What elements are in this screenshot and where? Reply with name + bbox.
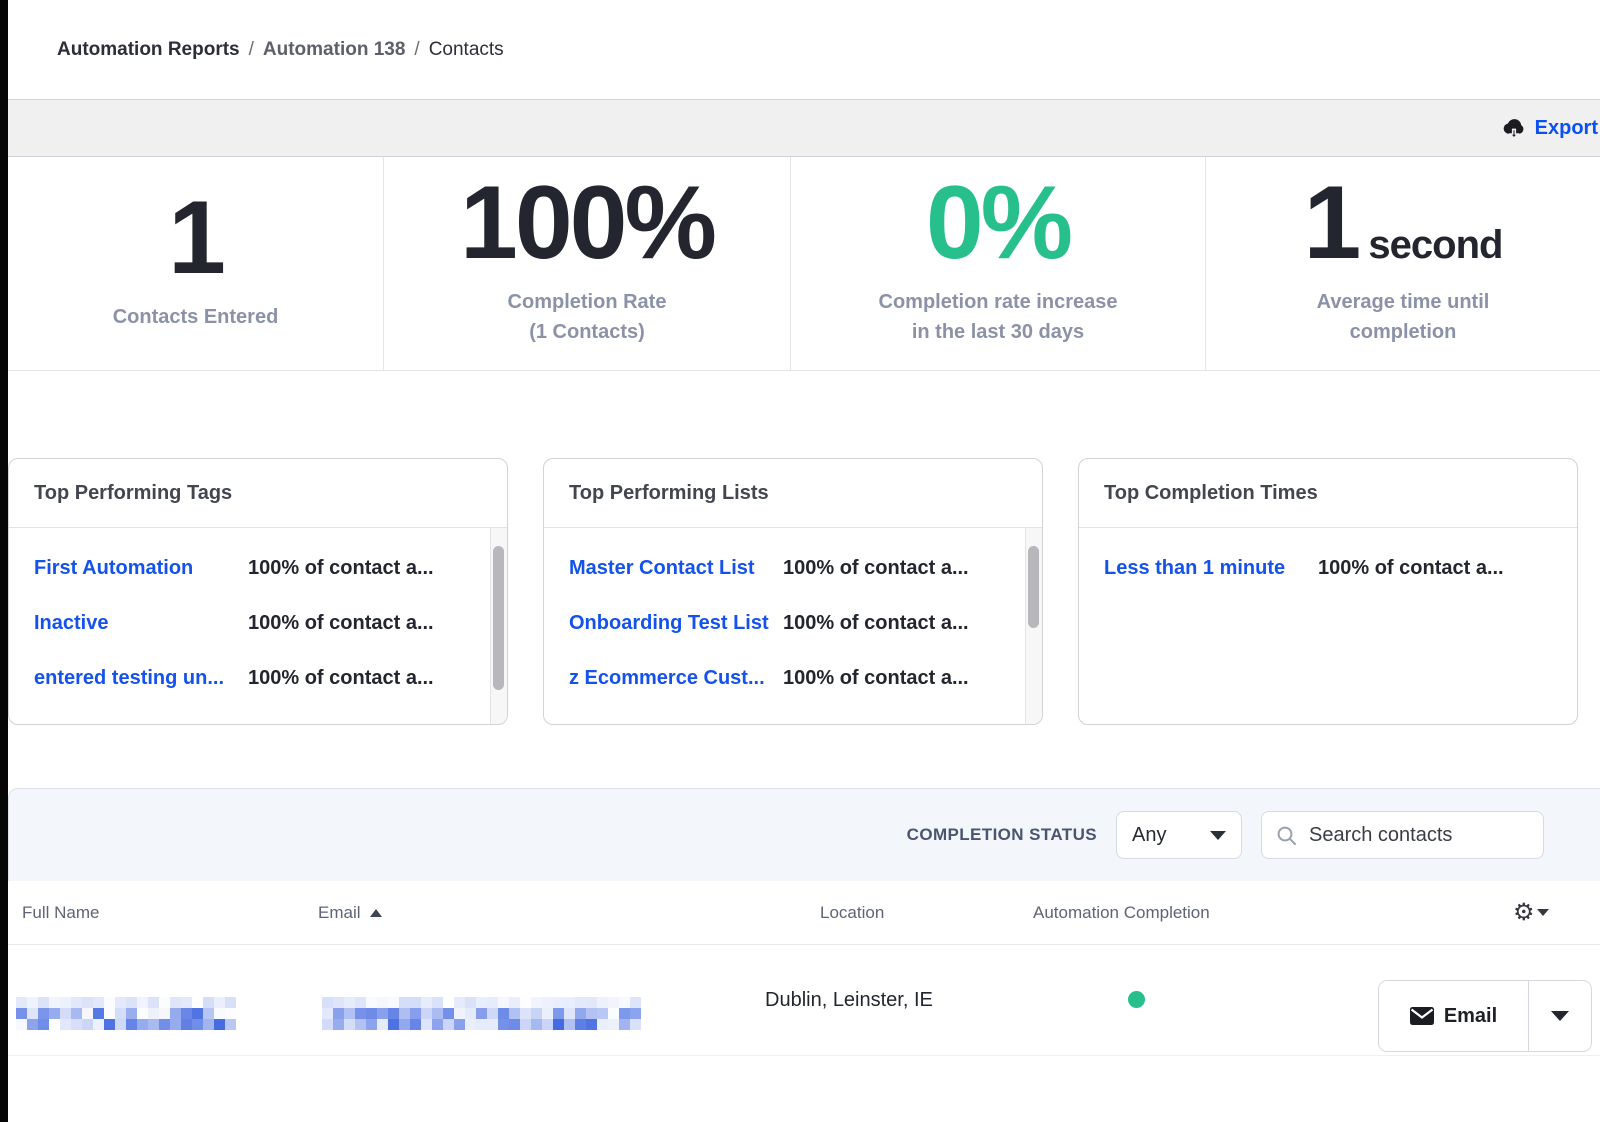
column-header-full-name[interactable]: Full Name — [22, 881, 99, 944]
chevron-down-icon — [1551, 1011, 1569, 1021]
contacts-table-header: Full Name Email Location Automation Comp… — [8, 881, 1600, 945]
export-button[interactable]: Export — [1502, 117, 1598, 140]
completion-status-label: COMPLETION STATUS — [907, 825, 1097, 845]
scrollbar-track — [490, 528, 507, 724]
tag-link[interactable]: First Automation — [34, 557, 248, 580]
list-item: Less than 1 minute 100% of contact a... — [1079, 541, 1577, 596]
breadcrumb-automation-reports[interactable]: Automation Reports — [57, 39, 240, 61]
completion-time-link[interactable]: Less than 1 minute — [1104, 557, 1318, 580]
tag-stat: 100% of contact a... — [248, 557, 434, 580]
card-body: First Automation 100% of contact a... In… — [9, 528, 507, 724]
completion-status-dot — [1128, 991, 1145, 1008]
completion-status-select[interactable]: Any — [1116, 811, 1242, 859]
stat-label: Contacts Entered — [113, 306, 279, 328]
scrollbar-thumb[interactable] — [1028, 546, 1039, 628]
email-contact-button[interactable]: Email — [1379, 981, 1529, 1051]
stat-contacts-entered: 1 Contacts Entered — [8, 157, 383, 370]
column-label: Full Name — [22, 903, 99, 923]
redacted-email[interactable] — [322, 997, 641, 1030]
cloud-download-icon — [1502, 117, 1526, 139]
report-toolbar: Export — [8, 99, 1600, 157]
search-icon — [1276, 825, 1297, 846]
stat-label-line1: Completion rate increase — [879, 291, 1118, 313]
tag-link[interactable]: entered testing un... — [34, 667, 248, 690]
stat-label-line2: in the last 30 days — [912, 321, 1084, 343]
column-settings-button[interactable]: ⚙ — [1513, 881, 1549, 944]
list-item: entered testing un... 100% of contact a.… — [9, 651, 507, 706]
stat-completion-rate-increase: 0% Completion rate increase in the last … — [790, 157, 1205, 370]
redacted-full-name[interactable] — [16, 997, 236, 1030]
chevron-down-icon — [1537, 909, 1549, 916]
column-label: Location — [820, 903, 884, 923]
list-stat: 100% of contact a... — [783, 557, 969, 580]
breadcrumb-automation-138[interactable]: Automation 138 — [263, 39, 406, 61]
list-stat: 100% of contact a... — [783, 612, 969, 635]
envelope-icon — [1410, 1007, 1434, 1025]
stat-average-completion-time: 1 second Average time until completion — [1205, 157, 1600, 370]
list-item: Inactive 100% of contact a... — [9, 596, 507, 651]
stat-label-line1: Completion Rate — [508, 291, 667, 313]
list-item: z Ecommerce Cust... 100% of contact a... — [544, 651, 1042, 706]
tag-stat: 100% of contact a... — [248, 667, 434, 690]
list-item: Master Contact List 100% of contact a... — [544, 541, 1042, 596]
tag-stat: 100% of contact a... — [248, 612, 434, 635]
search-contacts-input[interactable] — [1307, 823, 1529, 848]
search-contacts-box — [1261, 811, 1544, 859]
top-performing-lists-card: Top Performing Lists Master Contact List… — [543, 458, 1043, 725]
list-stat: 100% of contact a... — [783, 667, 969, 690]
contact-action-split-button: Email — [1378, 980, 1592, 1052]
stat-label-line2: completion — [1350, 321, 1457, 343]
stat-label-line1: Average time until — [1317, 291, 1490, 313]
stat-value: 1 — [1304, 176, 1359, 272]
stat-value: 0% — [926, 176, 1070, 272]
more-actions-button[interactable] — [1529, 981, 1591, 1051]
list-link[interactable]: Master Contact List — [569, 557, 783, 580]
breadcrumb: Automation Reports / Automation 138 / Co… — [8, 0, 1600, 99]
column-header-email[interactable]: Email — [318, 881, 382, 944]
sort-ascending-icon — [370, 909, 382, 917]
stat-value: 100% — [460, 176, 714, 272]
completion-status-value: Any — [1132, 824, 1166, 847]
contact-location: Dublin, Leinster, IE — [765, 945, 933, 1055]
list-item: First Automation 100% of contact a... — [9, 541, 507, 596]
list-item: Onboarding Test List 100% of contact a..… — [544, 596, 1042, 651]
left-edge-strip — [0, 0, 8, 1122]
contact-row[interactable]: Dublin, Leinster, IE Email — [8, 945, 1600, 1056]
stat-label-line2: (1 Contacts) — [529, 321, 645, 343]
contacts-filter-panel: COMPLETION STATUS Any — [8, 788, 1600, 881]
scrollbar-track — [1025, 528, 1042, 724]
card-title: Top Performing Tags — [9, 459, 507, 528]
breadcrumb-separator: / — [414, 39, 419, 61]
stat-unit: second — [1368, 223, 1502, 268]
tag-link[interactable]: Inactive — [34, 612, 248, 635]
card-body: Less than 1 minute 100% of contact a... — [1079, 528, 1577, 724]
column-label: Email — [318, 903, 361, 923]
column-header-automation-completion: Automation Completion — [1033, 881, 1210, 944]
chevron-down-icon — [1210, 831, 1226, 840]
column-label: Automation Completion — [1033, 903, 1210, 923]
list-link[interactable]: Onboarding Test List — [569, 612, 783, 635]
scrollbar-thumb[interactable] — [493, 546, 504, 690]
column-header-location: Location — [820, 881, 884, 944]
export-label: Export — [1535, 117, 1598, 140]
email-button-label: Email — [1444, 1005, 1497, 1028]
stats-summary: 1 Contacts Entered 100% Completion Rate … — [8, 157, 1600, 371]
completion-time-stat: 100% of contact a... — [1318, 557, 1504, 580]
stat-completion-rate: 100% Completion Rate (1 Contacts) — [383, 157, 790, 370]
list-link[interactable]: z Ecommerce Cust... — [569, 667, 783, 690]
stat-value: 1 — [168, 191, 223, 287]
card-body: Master Contact List 100% of contact a...… — [544, 528, 1042, 724]
filter-group: COMPLETION STATUS Any — [907, 789, 1544, 881]
gear-icon: ⚙ — [1513, 901, 1535, 925]
top-performing-tags-card: Top Performing Tags First Automation 100… — [8, 458, 508, 725]
automation-report-page: Automation Reports / Automation 138 / Co… — [0, 0, 1600, 1122]
top-completion-times-card: Top Completion Times Less than 1 minute … — [1078, 458, 1578, 725]
breadcrumb-contacts: Contacts — [429, 39, 504, 61]
breadcrumb-separator: / — [249, 39, 254, 61]
card-title: Top Performing Lists — [544, 459, 1042, 528]
card-title: Top Completion Times — [1079, 459, 1577, 528]
